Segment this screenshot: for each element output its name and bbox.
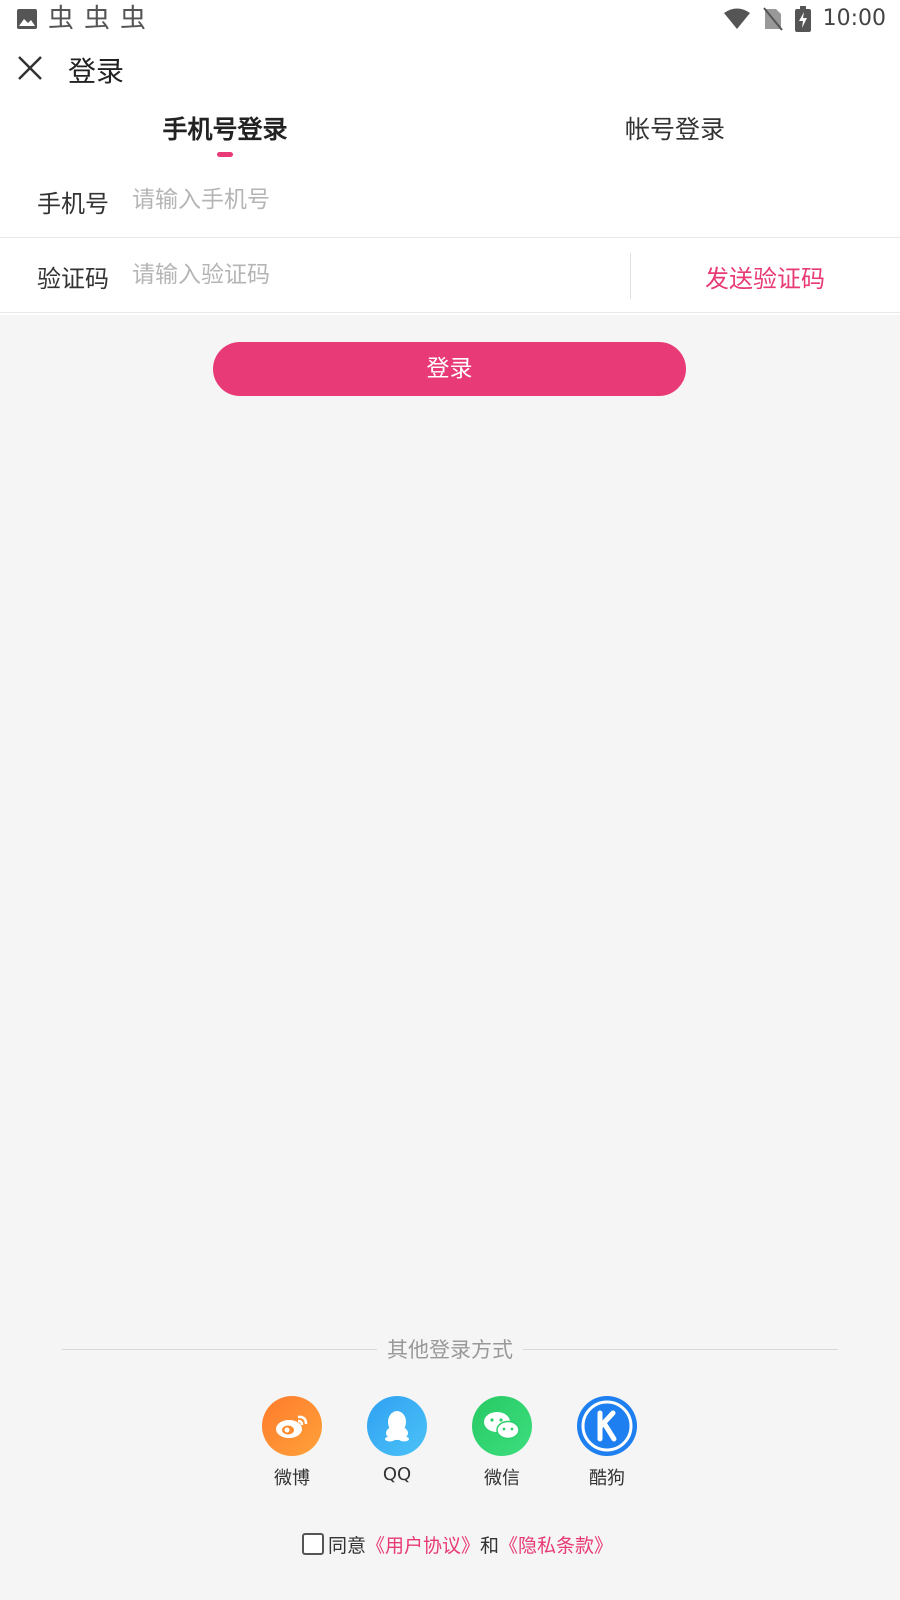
other-login-title: 其他登录方式 [387, 1338, 513, 1362]
image-icon [17, 9, 37, 29]
provider-name: 酷狗 [589, 1468, 625, 1489]
system-icons: 10:00 [723, 4, 886, 34]
provider-name: QQ [382, 1464, 412, 1485]
battery-charging-icon [794, 6, 811, 32]
login-tabs: 手机号登录 帐号登录 [0, 110, 900, 166]
login-button[interactable]: 登录 [213, 342, 686, 396]
provider-name: 微博 [274, 1468, 310, 1489]
agree-text: 同意 [328, 1534, 367, 1557]
qq-icon [367, 1396, 427, 1456]
and-text: 和 [480, 1534, 500, 1557]
send-code-button[interactable]: 发送验证码 [680, 259, 850, 294]
phone-row: 手机号 [0, 164, 900, 238]
title-bar: 登录 [0, 44, 900, 92]
wifi-icon [723, 8, 750, 29]
wechat-login-button[interactable]: 微信 [462, 1396, 542, 1490]
wechat-icon [472, 1396, 532, 1456]
weibo-icon [262, 1396, 322, 1456]
agree-checkbox[interactable] [302, 1533, 324, 1555]
privacy-policy-link[interactable]: 《隐私条款》 [499, 1531, 613, 1558]
clock: 10:00 [822, 6, 886, 31]
tab-indicator [217, 152, 233, 157]
phone-label: 手机号 [37, 190, 109, 218]
agreement: 同意 《用户协议》 和 《隐私条款》 [302, 1530, 613, 1558]
divider [630, 253, 631, 299]
qq-login-button[interactable]: QQ [357, 1396, 437, 1485]
social-login-list: 微博 QQ 微信 酷狗 [0, 1396, 900, 1496]
bug-icon: 虫 [120, 4, 147, 34]
provider-name: 微信 [484, 1468, 520, 1489]
code-input[interactable] [132, 253, 572, 297]
bug-icon: 虫 [84, 4, 111, 34]
page-title: 登录 [68, 55, 125, 88]
other-login-header: 其他登录方式 [62, 1334, 838, 1364]
bug-icon: 虫 [48, 4, 75, 34]
user-agreement-link[interactable]: 《用户协议》 [366, 1531, 480, 1558]
close-icon[interactable] [14, 52, 46, 84]
tab-account-login[interactable]: 帐号登录 [525, 110, 825, 166]
weibo-login-button[interactable]: 微博 [252, 1396, 332, 1490]
code-row: 验证码 发送验证码 [0, 239, 900, 313]
kugou-login-button[interactable]: 酷狗 [567, 1396, 647, 1490]
tab-label: 手机号登录 [162, 115, 288, 144]
no-sim-icon [762, 7, 783, 31]
status-bar: 虫 虫 虫 10:00 [0, 0, 900, 38]
code-label: 验证码 [37, 265, 109, 293]
notification-icons: 虫 虫 虫 [16, 4, 146, 34]
tab-phone-login[interactable]: 手机号登录 [75, 110, 375, 166]
tab-label: 帐号登录 [624, 115, 725, 144]
kugou-icon [577, 1396, 637, 1456]
phone-input[interactable] [132, 178, 572, 222]
